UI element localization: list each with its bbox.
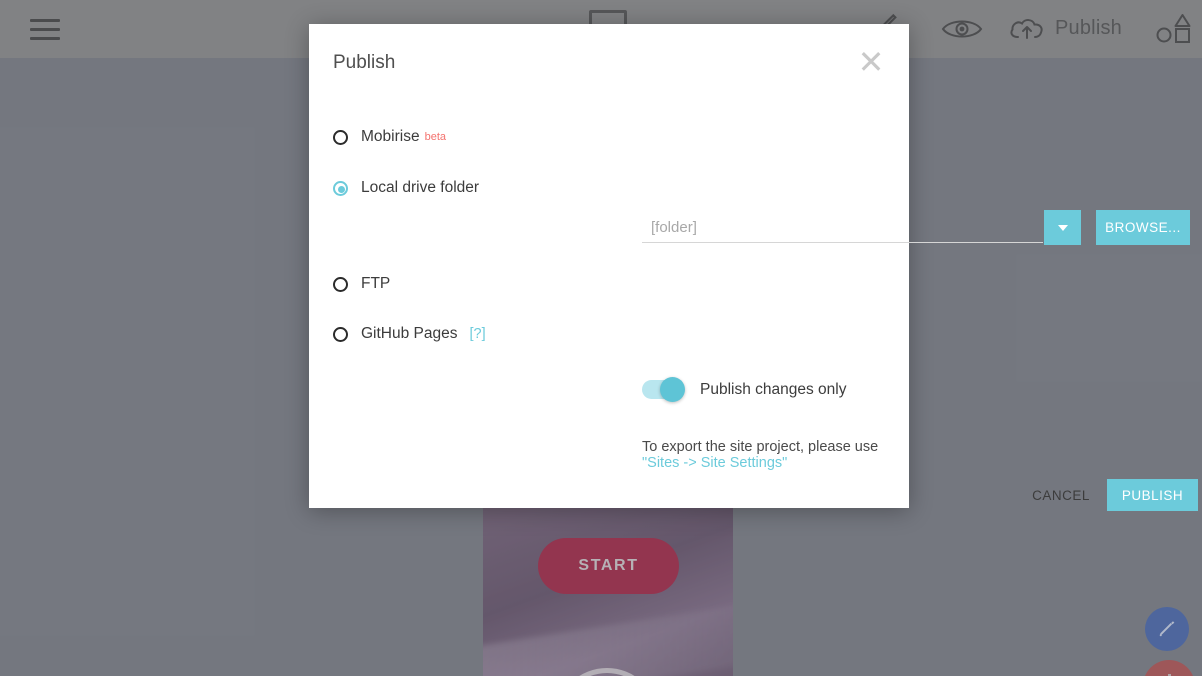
radio-option-github-pages[interactable]: GitHub Pages [?] <box>333 325 486 343</box>
export-note-text: To export the site project, please use <box>642 439 879 455</box>
close-icon[interactable]: ✕ <box>851 42 891 82</box>
publish-button[interactable]: PUBLISH <box>1107 479 1198 511</box>
radio-local-drive-folder-indicator[interactable] <box>333 180 348 196</box>
radio-mobirise-label: Mobirise <box>361 128 420 145</box>
toggle-knob <box>660 377 685 402</box>
folder-dropdown-button[interactable] <box>1044 210 1081 245</box>
radio-option-local-drive-folder[interactable]: Local drive folder <box>333 179 479 197</box>
publish-dialog: Publish ✕ Mobirise beta Local drive fold… <box>309 24 1198 511</box>
radio-ftp-label: FTP <box>361 275 391 292</box>
radio-option-mobirise[interactable]: Mobirise beta <box>333 128 446 146</box>
beta-badge: beta <box>424 131 446 143</box>
folder-input[interactable] <box>642 219 1043 236</box>
modal-overlay: Publish ✕ Mobirise beta Local drive fold… <box>0 0 1202 676</box>
radio-local-drive-folder-label: Local drive folder <box>361 179 480 196</box>
radio-option-ftp[interactable]: FTP <box>333 275 390 293</box>
publish-changes-only-toggle[interactable] <box>642 377 685 402</box>
dialog-title: Publish <box>333 52 396 73</box>
publish-changes-only-row[interactable]: Publish changes only <box>642 377 847 402</box>
chevron-down-icon <box>1057 224 1068 231</box>
radio-github-pages-label: GitHub Pages <box>361 325 458 342</box>
radio-mobirise-indicator[interactable] <box>333 129 348 145</box>
browse-button[interactable]: BROWSE... <box>1096 210 1190 245</box>
folder-field[interactable] <box>642 213 1043 243</box>
radio-ftp-indicator[interactable] <box>333 276 348 292</box>
export-note: To export the site project, please use "… <box>642 439 909 471</box>
publish-changes-only-label: Publish changes only <box>700 380 847 398</box>
github-pages-help-link[interactable]: [?] <box>470 326 486 342</box>
radio-github-pages-indicator[interactable] <box>333 326 348 342</box>
site-settings-link[interactable]: "Sites -> Site Settings" <box>642 455 787 471</box>
cancel-button[interactable]: CANCEL <box>1032 482 1090 508</box>
